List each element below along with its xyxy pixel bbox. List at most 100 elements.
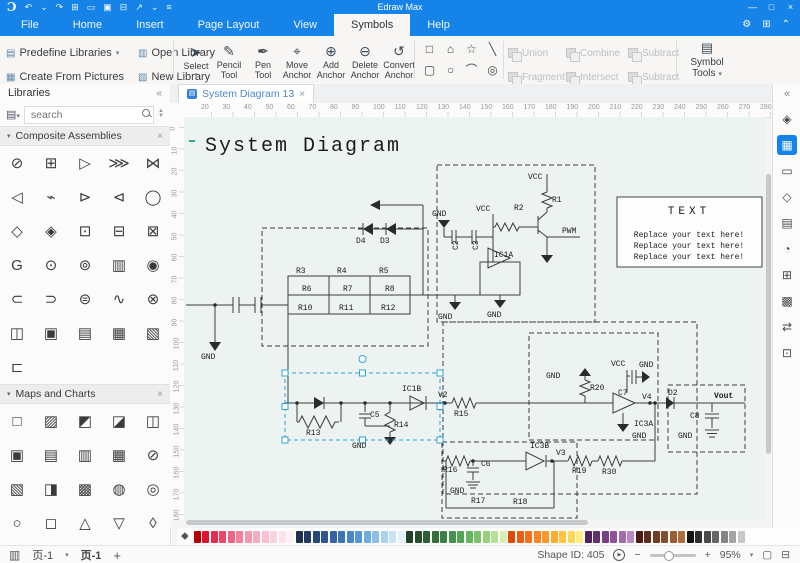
color-swatch[interactable] <box>432 531 439 543</box>
color-swatch[interactable] <box>228 531 235 543</box>
tab-view[interactable]: View <box>276 14 334 36</box>
undo-icon[interactable]: ↶ <box>25 0 33 14</box>
presentation-play-icon[interactable]: ▶ <box>613 549 625 561</box>
close-tab-icon[interactable]: × <box>299 89 305 100</box>
tab-page-layout[interactable]: Page Layout <box>181 14 277 36</box>
star-shape-icon[interactable]: ☆ <box>462 40 481 59</box>
library-symbol[interactable]: ⊃ <box>34 282 68 316</box>
color-swatch[interactable] <box>653 531 660 543</box>
color-swatch[interactable] <box>449 531 456 543</box>
library-symbol[interactable]: ◫ <box>136 404 170 438</box>
library-symbol[interactable]: ◨ <box>34 472 68 506</box>
active-page-tab[interactable]: 页-1 <box>81 547 102 563</box>
color-swatch[interactable] <box>627 531 634 543</box>
symbol-library-icon[interactable]: ▦ <box>777 135 797 155</box>
customize-toolbar-icon[interactable]: ≡ <box>166 0 171 14</box>
color-swatch[interactable] <box>194 531 201 543</box>
color-swatch[interactable] <box>602 531 609 543</box>
fit-window-icon[interactable]: ⊡ <box>777 343 797 363</box>
color-swatch[interactable] <box>738 531 745 543</box>
edraw-logo-icon[interactable]: Ɔ <box>7 0 17 14</box>
export-caret-icon[interactable]: ⌄ <box>151 0 159 14</box>
tab-symbols[interactable]: Symbols <box>334 14 410 36</box>
library-symbol[interactable]: ◻ <box>34 506 68 540</box>
table-icon[interactable]: ⊞ <box>777 265 797 285</box>
library-symbol[interactable]: ▣ <box>34 316 68 350</box>
apps-grid-icon[interactable]: ⊞ <box>762 14 770 36</box>
library-symbol[interactable]: ◩ <box>68 404 102 438</box>
undo-caret-icon[interactable]: ⌄ <box>40 0 48 14</box>
tab-file[interactable]: File <box>4 14 56 36</box>
drawing-canvas[interactable]: System Diagram <box>184 117 766 520</box>
pages-icon[interactable]: ▥ <box>9 548 20 562</box>
rounded-rectangle-shape-icon[interactable]: ▢ <box>420 61 439 80</box>
print-icon[interactable]: ⊟ <box>120 0 128 14</box>
color-swatch[interactable] <box>381 531 388 543</box>
color-swatch[interactable] <box>466 531 473 543</box>
fullscreen-icon[interactable]: ▢ <box>762 549 772 561</box>
combine-button[interactable]: Combine <box>566 48 628 59</box>
zoom-slider-knob[interactable] <box>664 551 674 561</box>
color-swatch[interactable] <box>398 531 405 543</box>
color-swatch[interactable] <box>253 531 260 543</box>
library-symbol[interactable]: ▣ <box>0 438 34 472</box>
library-list-icon[interactable]: ▤▾ <box>6 108 20 121</box>
library-symbol[interactable]: ▤ <box>34 438 68 472</box>
library-symbol[interactable]: ⊙ <box>34 248 68 282</box>
maximize-button[interactable]: □ <box>762 0 781 14</box>
library-symbol[interactable]: ◉ <box>136 248 170 282</box>
color-swatch[interactable] <box>644 531 651 543</box>
color-swatch[interactable] <box>508 531 515 543</box>
color-swatch[interactable] <box>695 531 702 543</box>
tab-home[interactable]: Home <box>56 14 119 36</box>
library-symbol[interactable]: ◎ <box>136 472 170 506</box>
library-symbol[interactable]: □ <box>0 404 34 438</box>
delete-anchor-button[interactable]: ⊖Delete Anchor <box>348 40 382 80</box>
union-button[interactable]: Union <box>508 48 566 59</box>
collapse-panel-icon[interactable]: « <box>156 88 162 99</box>
library-symbol[interactable]: ⊡ <box>68 214 102 248</box>
library-symbol[interactable]: ◍ <box>102 472 136 506</box>
color-swatch[interactable] <box>619 531 626 543</box>
library-symbol[interactable]: ▧ <box>0 472 34 506</box>
fragment-button[interactable]: Fragment <box>508 72 566 83</box>
select-button[interactable]: ➤Select▾ <box>180 41 212 79</box>
settings-icon[interactable]: ⚙ <box>742 14 751 36</box>
text-block[interactable]: TEXT Replace your text here! Replace you… <box>617 197 762 267</box>
library-symbol[interactable]: ▨ <box>34 404 68 438</box>
color-swatch[interactable] <box>534 531 541 543</box>
swap-icon[interactable]: ⇄ <box>777 317 797 337</box>
zoom-level[interactable]: 95% <box>720 549 741 561</box>
note-icon[interactable]: ▤ <box>777 213 797 233</box>
color-swatch[interactable] <box>338 531 345 543</box>
library-symbol[interactable]: ▥ <box>68 438 102 472</box>
tab-help[interactable]: Help <box>410 14 467 36</box>
export-icon[interactable]: ↗ <box>135 0 143 14</box>
chart-icon[interactable]: ◔ <box>777 239 797 259</box>
collapse-panel-icon[interactable]: « <box>777 87 797 101</box>
color-swatch[interactable] <box>712 531 719 543</box>
library-symbol[interactable]: ▽ <box>102 506 136 540</box>
library-symbol[interactable]: ⊳ <box>68 180 102 214</box>
library-symbol[interactable]: ◪ <box>102 404 136 438</box>
color-swatch[interactable] <box>729 531 736 543</box>
close-icon[interactable]: × <box>157 131 163 142</box>
rotation-handle[interactable] <box>359 356 366 363</box>
tab-insert[interactable]: Insert <box>119 14 181 36</box>
color-swatch[interactable] <box>483 531 490 543</box>
library-symbol[interactable]: ⌁ <box>34 180 68 214</box>
minimize-button[interactable]: — <box>743 0 762 14</box>
library-symbol[interactable]: ⊘ <box>0 146 34 180</box>
add-anchor-button[interactable]: ⊕Add Anchor <box>314 40 348 80</box>
selection-handle[interactable] <box>437 370 443 376</box>
section-header-maps-and-charts[interactable]: ▾Maps and Charts× <box>0 384 170 404</box>
close-icon[interactable]: × <box>157 389 163 400</box>
collapse-ribbon-icon[interactable]: ⌃ <box>782 14 790 36</box>
selection-handle[interactable] <box>282 437 288 443</box>
library-symbol[interactable]: ⋙ <box>102 146 136 180</box>
library-symbol[interactable]: ◁ <box>0 180 34 214</box>
library-symbol[interactable]: ⊏ <box>0 350 34 384</box>
color-swatch[interactable] <box>559 531 566 543</box>
fill-format-icon[interactable]: ◈ <box>777 109 797 129</box>
library-symbol[interactable]: ⊜ <box>68 282 102 316</box>
